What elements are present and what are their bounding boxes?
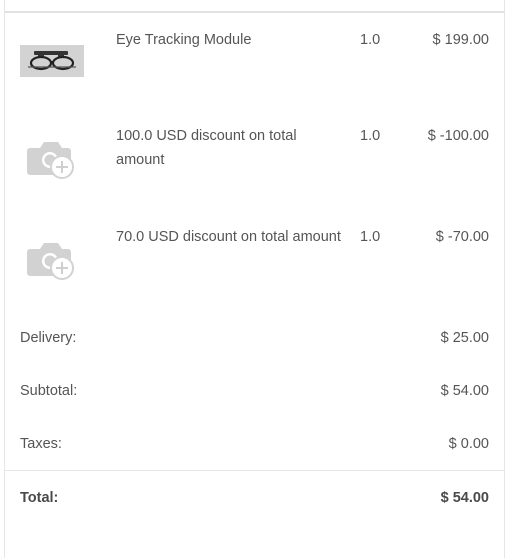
subtotal-value: $ 54.00 bbox=[440, 383, 489, 399]
product-image-eye-tracker bbox=[20, 45, 84, 77]
total-divider bbox=[4, 470, 505, 471]
item-name: 70.0 USD discount on total amount bbox=[116, 229, 341, 245]
item-price: $ 199.00 bbox=[432, 32, 489, 48]
subtotal-label: Subtotal: bbox=[20, 383, 78, 399]
total-label: Total: bbox=[20, 490, 59, 506]
camera-add-icon bbox=[27, 142, 74, 179]
camera-add-placeholder-icon bbox=[24, 134, 80, 182]
order-line-item: Eye Tracking Module 1.0 $ 199.00 bbox=[0, 28, 509, 118]
item-price: $ -100.00 bbox=[427, 128, 489, 144]
subtotal-row: Subtotal: $ 54.00 bbox=[0, 379, 509, 403]
order-line-item: 100.0 USD discount on total amount 1.0 $… bbox=[0, 124, 509, 214]
delivery-label: Delivery: bbox=[20, 330, 77, 346]
delivery-row: Delivery: $ 25.00 bbox=[0, 326, 509, 350]
item-price: $ -70.00 bbox=[435, 229, 489, 245]
taxes-value: $ 0.00 bbox=[448, 436, 489, 452]
camera-add-placeholder-icon bbox=[24, 235, 80, 283]
eye-tracker-glasses-icon bbox=[20, 45, 84, 77]
camera-add-icon bbox=[27, 243, 74, 280]
total-value: $ 54.00 bbox=[440, 490, 489, 506]
delivery-value: $ 25.00 bbox=[440, 330, 489, 346]
top-divider bbox=[4, 11, 505, 13]
total-row: Total: $ 54.00 bbox=[0, 486, 509, 510]
taxes-label: Taxes: bbox=[20, 436, 62, 452]
item-name: Eye Tracking Module bbox=[116, 32, 252, 48]
taxes-row: Taxes: $ 0.00 bbox=[0, 432, 509, 456]
item-name: 100.0 USD discount on total amount bbox=[116, 128, 297, 168]
order-line-item: 70.0 USD discount on total amount 1.0 $ … bbox=[0, 225, 509, 315]
